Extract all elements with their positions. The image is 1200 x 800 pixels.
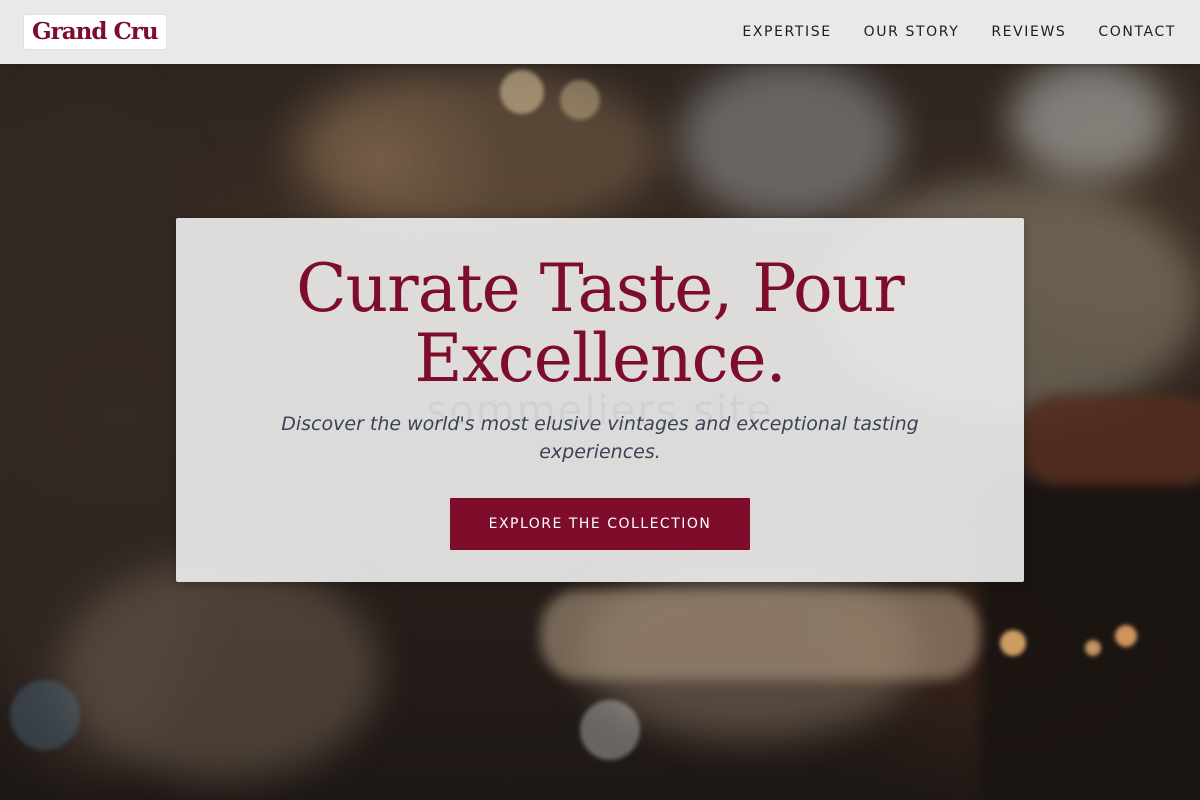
bokeh-light bbox=[500, 70, 544, 114]
explore-collection-button[interactable]: EXPLORE THE COLLECTION bbox=[450, 498, 750, 550]
bokeh-light bbox=[1085, 640, 1101, 656]
nav-link-expertise[interactable]: EXPERTISE bbox=[742, 24, 831, 40]
background-shade bbox=[60, 560, 380, 780]
bokeh-light bbox=[560, 80, 600, 120]
background-shade bbox=[300, 70, 660, 230]
nav-link-reviews[interactable]: REVIEWS bbox=[991, 24, 1066, 40]
nav-link-contact[interactable]: CONTACT bbox=[1098, 24, 1176, 40]
hero-title: Curate Taste, Pour Excellence. bbox=[176, 254, 1024, 394]
nav-link-our-story[interactable]: OUR STORY bbox=[864, 24, 960, 40]
hero-subtitle: Discover the world's most elusive vintag… bbox=[281, 413, 919, 463]
background-shade bbox=[1010, 60, 1170, 180]
bokeh-light bbox=[1115, 625, 1137, 647]
hero-card: sommeliers.site Curate Taste, Pour Excel… bbox=[176, 218, 1024, 582]
wine-bottle-shape bbox=[1020, 395, 1200, 485]
hero-title-line-2: Excellence. bbox=[414, 320, 786, 397]
site-header: Grand Cru EXPERTISE OUR STORY REVIEWS CO… bbox=[0, 0, 1200, 64]
site-logo[interactable]: Grand Cru bbox=[24, 15, 166, 49]
hero-title-line-1: Curate Taste, Pour bbox=[296, 250, 905, 327]
bokeh-light bbox=[1000, 630, 1026, 656]
background-shade bbox=[680, 60, 900, 220]
bokeh-light bbox=[10, 680, 80, 750]
main-navigation: EXPERTISE OUR STORY REVIEWS CONTACT bbox=[742, 0, 1176, 64]
wine-bottle-shape bbox=[540, 590, 980, 680]
bokeh-light bbox=[580, 700, 640, 760]
